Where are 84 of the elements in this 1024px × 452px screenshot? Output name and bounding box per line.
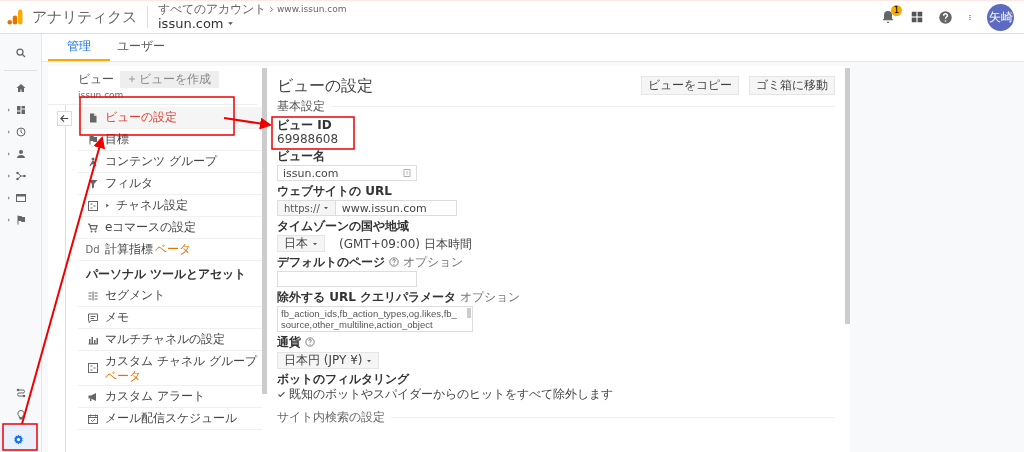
view-id-value: 69988608 (277, 132, 340, 146)
analytics-logo (6, 7, 24, 27)
field-label: ビュー ID (277, 118, 332, 132)
view-label: ビュー (78, 70, 114, 88)
option-note: オプション (403, 255, 463, 269)
expand-arrow-icon[interactable] (7, 195, 11, 201)
action-button[interactable]: ビューをコピー (641, 76, 739, 95)
nav-item[interactable]: セグメント (78, 285, 262, 307)
caret-icon (226, 20, 234, 27)
app-name: アナリティクス (32, 6, 148, 28)
breadcrumb-link[interactable]: www.issun.com (277, 2, 347, 16)
nav-item[interactable]: 目標 (78, 129, 262, 151)
tab[interactable]: ユーザー (110, 34, 172, 61)
currency-dropdown[interactable]: 日本円 (JPY ¥) (277, 352, 380, 369)
segment-icon (86, 289, 99, 302)
nav-item[interactable]: カスタム アラート (78, 386, 262, 408)
breadcrumb-link[interactable]: すべてのアカウント (158, 2, 266, 16)
field-label: 除外する URL クエリパラメータ (277, 290, 456, 304)
chevron-icon (268, 5, 275, 13)
page-title: ビューの設定 (277, 76, 373, 97)
cart-icon (86, 221, 99, 234)
expand-arrow-icon[interactable] (7, 107, 11, 113)
caret-icon (312, 240, 318, 247)
nav-item[interactable]: マルチチャネルの設定 (78, 329, 262, 351)
scrollbar[interactable] (262, 68, 267, 394)
scrollbar[interactable] (845, 68, 850, 324)
timezone-text: (GMT+09:00) 日本時間 (339, 236, 472, 251)
text-field[interactable]: issun.com (277, 165, 417, 181)
avatar[interactable]: 矢崎 (987, 3, 1014, 31)
section-heading: パーソナル ツールとアセット (85, 266, 248, 283)
property-selector[interactable]: issun.com (158, 15, 347, 32)
window-icon[interactable] (14, 192, 27, 204)
section-heading: サイト内検索の設定 (277, 409, 385, 426)
field-icon (403, 169, 411, 177)
help-icon[interactable] (938, 9, 953, 25)
expand-arrow-icon[interactable] (7, 217, 11, 223)
note-icon (86, 311, 99, 324)
notifications-icon[interactable] (880, 9, 896, 25)
megaphone-icon (86, 390, 99, 403)
nav-item[interactable]: ビューの設定 (78, 107, 262, 129)
expand-arrow-icon[interactable] (7, 129, 11, 135)
channel-icon (86, 362, 99, 374)
text-field[interactable] (277, 271, 417, 287)
lightbulb-icon[interactable] (14, 409, 27, 421)
nav-item[interactable]: eコマースの設定 (78, 217, 262, 239)
route-icon[interactable] (14, 387, 27, 399)
calendar-icon (86, 412, 99, 425)
annotation-box (2, 423, 38, 451)
field-label: 通貨 (277, 335, 301, 349)
caret-icon (366, 357, 373, 364)
action-button[interactable]: ゴミ箱に移動 (749, 76, 835, 95)
nav-item[interactable]: メモ (78, 307, 262, 329)
nav-item[interactable]: チャネル設定 (78, 195, 262, 217)
arrow-left-icon (59, 113, 70, 124)
settings-icon[interactable] (12, 432, 25, 446)
checkbox-label: 既知のボットやスパイダーからのヒットをすべて除外します (289, 387, 613, 401)
country-dropdown[interactable]: 日本 (277, 235, 325, 252)
text-area[interactable]: fb_action_ids,fb_action_types,og.likes,fb_source,other_multiline,action_object (277, 306, 473, 332)
notification-count: 1 (891, 5, 902, 16)
text-icon: Dd (85, 244, 100, 255)
field-label: ウェブサイトの URL (277, 184, 392, 198)
clock-icon[interactable] (14, 126, 27, 138)
person-icon[interactable] (14, 148, 27, 160)
plus-icon (128, 75, 136, 83)
nav-item[interactable]: メール配信スケジュール (78, 408, 262, 430)
apps-icon[interactable] (910, 10, 924, 24)
search-icon[interactable] (14, 47, 27, 59)
grid-icon[interactable] (14, 104, 27, 116)
home-icon[interactable] (14, 82, 27, 94)
expand-arrow-icon (105, 202, 110, 209)
expand-arrow-icon[interactable] (7, 173, 11, 179)
back-button[interactable] (57, 111, 72, 126)
expand-arrow-icon[interactable] (7, 151, 11, 157)
checkbox[interactable] (277, 389, 286, 399)
nav-item[interactable]: フィルタ (78, 173, 262, 195)
branch-icon[interactable] (14, 170, 27, 182)
channel-icon (86, 199, 99, 212)
field-label: ボットのフィルタリング (277, 372, 409, 386)
section-heading: 基本設定 (277, 98, 325, 115)
field-label: タイムゾーンの国や地域 (277, 219, 409, 233)
field-label: デフォルトのページ (277, 255, 385, 269)
option-note: オプション (460, 290, 520, 304)
annotation-arrow (223, 117, 272, 130)
field-label: ビュー名 (277, 149, 325, 163)
